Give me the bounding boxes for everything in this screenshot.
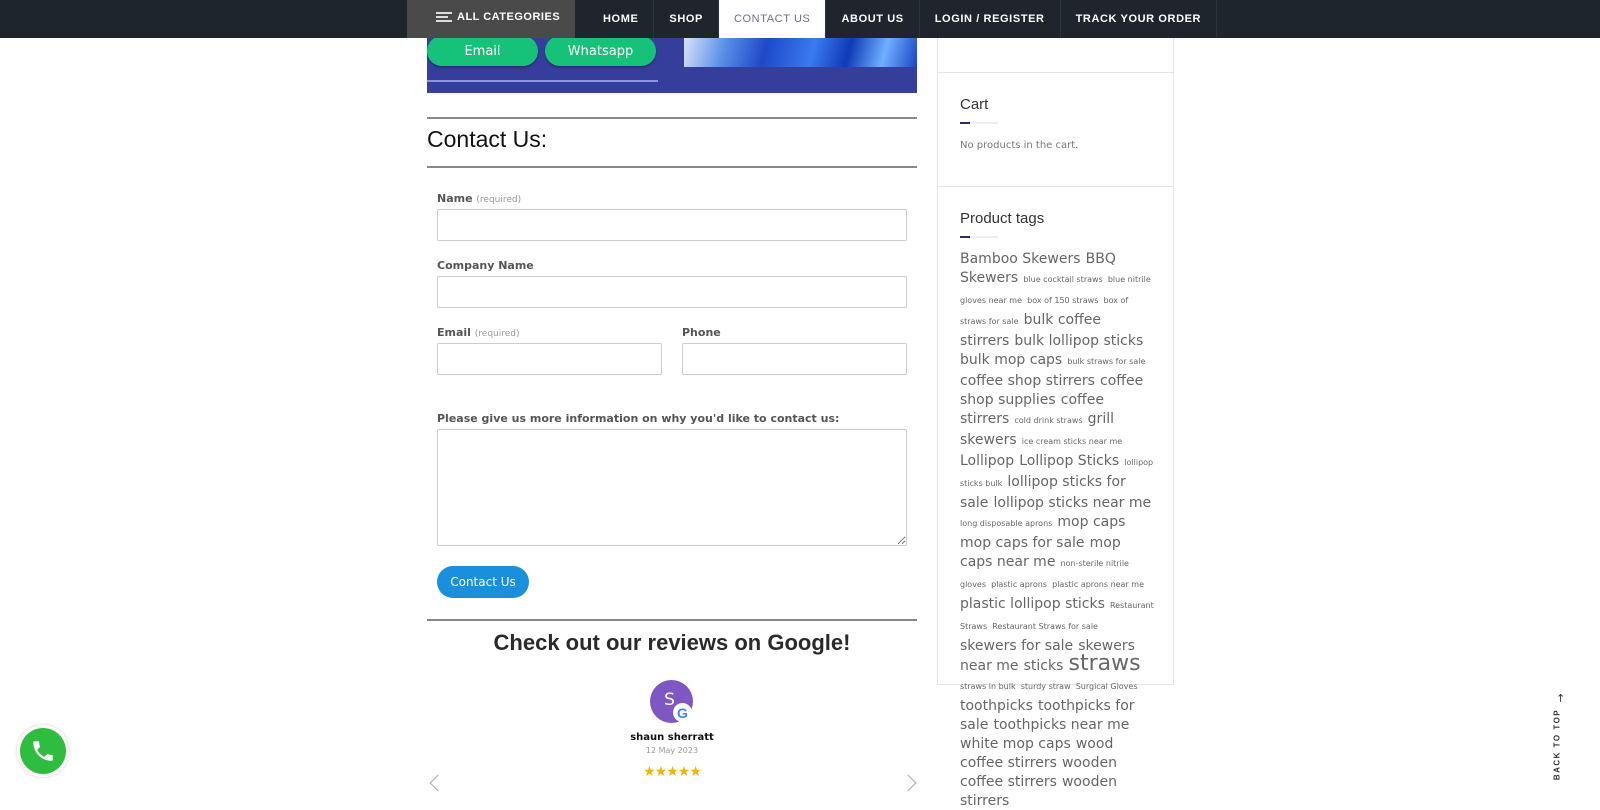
banner-underline	[427, 80, 658, 82]
cart-title: Cart	[960, 96, 989, 113]
sidebar-separator	[938, 186, 1173, 187]
message-label: Please give us more information on why y…	[437, 412, 840, 425]
product-tag-link[interactable]: lollipop sticks near me	[993, 495, 1151, 511]
product-tag-link[interactable]: Lollipop Sticks	[1019, 453, 1119, 469]
sidebar-separator	[938, 72, 1173, 73]
arrow-up-icon: ↑	[1556, 692, 1566, 705]
main-nav: HOME SHOP CONTACT US ABOUT US LOGIN / RE…	[588, 0, 1218, 38]
phone-input[interactable]	[682, 343, 907, 375]
title-underline	[960, 236, 998, 238]
email-input[interactable]	[437, 343, 662, 375]
contact-us-submit-button[interactable]: Contact Us	[437, 566, 529, 598]
product-tag-link[interactable]: mop caps for sale	[960, 535, 1085, 551]
product-tag-link[interactable]: cold drink straws	[1014, 416, 1082, 425]
product-tag-link[interactable]: ice cream sticks near me	[1022, 437, 1122, 446]
required-hint: (required)	[474, 329, 520, 339]
message-textarea[interactable]	[437, 429, 907, 546]
divider	[427, 619, 917, 621]
divider	[427, 117, 917, 119]
divider	[427, 166, 917, 168]
nav-contact-us[interactable]: CONTACT US	[718, 0, 827, 38]
product-tag-link[interactable]: bulk straws for sale	[1067, 357, 1145, 366]
phone-label: Phone	[682, 326, 721, 339]
page-title: Contact Us:	[427, 126, 548, 152]
back-to-top-label: BACK TO TOP	[1552, 708, 1562, 781]
product-tag-link[interactable]: Surgical Gloves	[1076, 682, 1138, 691]
email-button[interactable]: Email	[427, 36, 538, 66]
company-name-label: Company Name	[437, 259, 534, 272]
product-tag-link[interactable]: long disposable aprons	[960, 519, 1052, 528]
product-tag-link[interactable]: toothpicks	[960, 698, 1033, 714]
whatsapp-icon	[20, 728, 66, 774]
company-name-input[interactable]	[437, 276, 907, 308]
whatsapp-button[interactable]: Whatsapp	[545, 36, 656, 66]
title-underline	[960, 122, 998, 124]
star-rating: ★★★★★	[643, 764, 702, 780]
product-tag-link[interactable]: Bamboo Skewers	[960, 251, 1081, 267]
reviews-title: Check out our reviews on Google!	[493, 630, 851, 655]
whatsapp-chat-button[interactable]	[17, 725, 69, 777]
product-tag-link[interactable]: Lollipop	[960, 453, 1014, 469]
name-input[interactable]	[437, 209, 907, 241]
product-tag-link[interactable]: plastic aprons	[991, 580, 1047, 589]
product-tag-link[interactable]: plastic lollipop sticks	[960, 596, 1105, 612]
product-tag-link[interactable]: coffee shop stirrers	[960, 373, 1095, 389]
contact-banner: Email Whatsapp	[427, 36, 917, 93]
product-tag-link[interactable]: skewers for sale	[960, 638, 1073, 654]
name-label-text: Name	[437, 192, 473, 205]
product-tag-link[interactable]: bulk mop caps	[960, 352, 1062, 368]
sidebar: Wooden Products Cart No products in the …	[937, 0, 1174, 809]
top-navigation-bar: ALL CATEGORIES HOME SHOP CONTACT US ABOU…	[0, 0, 1600, 38]
google-icon: G	[673, 703, 692, 722]
nav-login-register[interactable]: LOGIN / REGISTER	[920, 0, 1061, 38]
hamburger-icon	[436, 10, 452, 24]
product-tags-title: Product tags	[960, 210, 1045, 227]
product-tag-link[interactable]: blue cocktail straws	[1023, 275, 1102, 284]
product-tag-link[interactable]: bulk lollipop sticks	[1014, 333, 1143, 349]
product-tag-link[interactable]: straws in bulk	[960, 682, 1016, 691]
nav-home[interactable]: HOME	[588, 0, 655, 38]
cart-empty-message: No products in the cart.	[960, 140, 1079, 151]
product-tag-link[interactable]: straws	[1069, 651, 1141, 676]
product-tag-link[interactable]: white mop caps	[960, 736, 1071, 752]
all-categories-button[interactable]: ALL CATEGORIES	[407, 0, 575, 38]
product-tag-link[interactable]: box of 150 straws	[1027, 296, 1098, 305]
product-tag-link[interactable]: plastic aprons near me	[1052, 580, 1144, 589]
product-tag-link[interactable]: sticks	[1024, 658, 1064, 674]
nav-track-order[interactable]: TRACK YOUR ORDER	[1061, 0, 1218, 38]
reviewer-name: shaun sherratt	[630, 732, 714, 743]
review-date: 12 May 2023	[645, 746, 699, 755]
email-label: Email (required)	[437, 326, 520, 339]
all-categories-label: ALL CATEGORIES	[457, 11, 561, 23]
product-tag-link[interactable]: toothpicks near me	[993, 717, 1129, 733]
product-tag-link[interactable]: Restaurant Straws for sale	[992, 622, 1098, 631]
nav-shop[interactable]: SHOP	[654, 0, 719, 38]
banner-image	[684, 38, 917, 67]
product-tag-link[interactable]: sturdy straw	[1021, 682, 1071, 691]
email-label-text: Email	[437, 326, 471, 339]
tag-cloud: Bamboo Skewers BBQ Skewers blue cocktail…	[960, 249, 1154, 810]
product-tag-link[interactable]: mop caps	[1057, 514, 1125, 530]
name-label: Name (required)	[437, 192, 521, 205]
back-to-top-button[interactable]: ↑ BACK TO TOP	[1548, 692, 1568, 782]
nav-about-us[interactable]: ABOUT US	[826, 0, 920, 38]
required-hint: (required)	[476, 195, 522, 205]
